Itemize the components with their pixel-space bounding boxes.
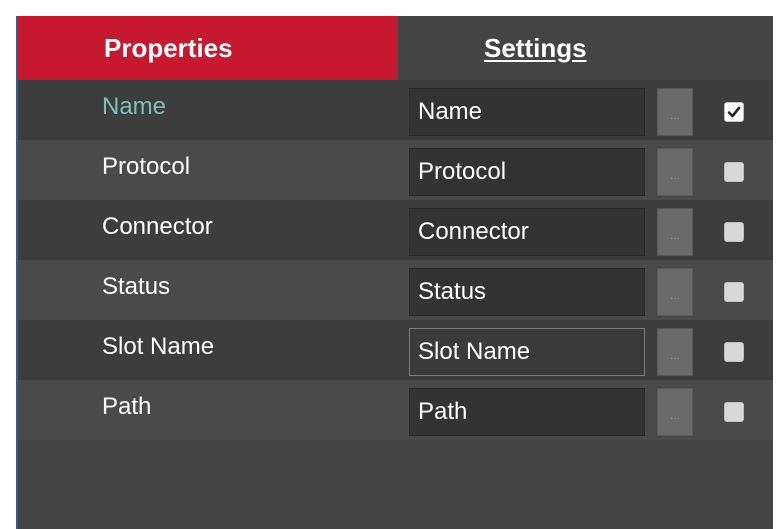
property-list: Name Name ... Protocol Protocol ... Conn… xyxy=(18,80,773,440)
property-checkbox[interactable] xyxy=(724,222,744,242)
property-value-field[interactable]: Connector xyxy=(409,208,645,256)
property-value-field[interactable]: Path xyxy=(409,388,645,436)
browse-button[interactable]: ... xyxy=(657,208,693,256)
tab-bar: Properties Settings xyxy=(18,16,773,80)
property-label: Status xyxy=(102,273,171,300)
tab-settings[interactable]: Settings xyxy=(398,16,773,80)
property-label: Connector xyxy=(102,213,213,240)
property-row-protocol: Protocol Protocol ... xyxy=(18,140,773,200)
browse-button[interactable]: ... xyxy=(657,148,693,196)
browse-button[interactable]: ... xyxy=(657,328,693,376)
property-checkbox[interactable] xyxy=(724,402,744,422)
property-row-connector: Connector Connector ... xyxy=(18,200,773,260)
property-value-field[interactable]: Slot Name xyxy=(409,328,645,376)
properties-panel: Properties Settings Name Name ... Protoc… xyxy=(16,16,773,529)
property-checkbox[interactable] xyxy=(724,282,744,302)
property-value-field[interactable]: Name xyxy=(409,88,645,136)
browse-button[interactable]: ... xyxy=(657,268,693,316)
property-label: Name xyxy=(102,93,167,120)
property-row-name: Name Name ... xyxy=(18,80,773,140)
property-row-path: Path Path ... xyxy=(18,380,773,440)
property-checkbox[interactable] xyxy=(724,342,744,362)
property-checkbox[interactable] xyxy=(724,162,744,182)
property-row-status: Status Status ... xyxy=(18,260,773,320)
check-icon xyxy=(727,106,741,118)
property-value-field[interactable]: Protocol xyxy=(409,148,645,196)
property-label: Path xyxy=(102,393,152,420)
property-label: Slot Name xyxy=(102,333,215,360)
tab-properties[interactable]: Properties xyxy=(18,16,398,80)
property-label: Protocol xyxy=(102,153,191,180)
property-value-field[interactable]: Status xyxy=(409,268,645,316)
browse-button[interactable]: ... xyxy=(657,88,693,136)
property-checkbox[interactable] xyxy=(724,102,744,122)
browse-button[interactable]: ... xyxy=(657,388,693,436)
property-row-slot-name: Slot Name Slot Name ... xyxy=(18,320,773,380)
